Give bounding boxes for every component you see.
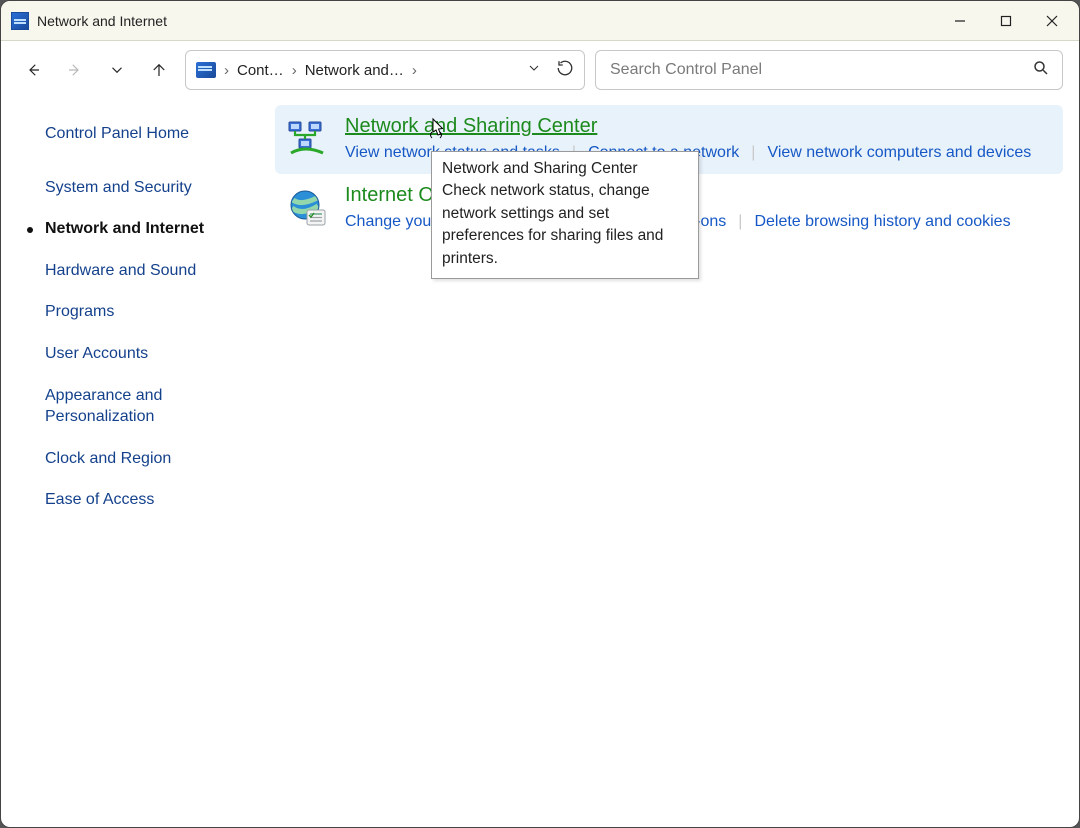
app-icon bbox=[11, 12, 29, 30]
tooltip-body: Check network status, change network set… bbox=[442, 180, 688, 270]
forward-button[interactable] bbox=[59, 54, 91, 86]
sidebar-item-appearance-and-personalization[interactable]: Appearance and Personalization bbox=[45, 385, 253, 428]
sidebar-item-ease-of-access[interactable]: Ease of Access bbox=[45, 489, 253, 511]
search-input[interactable] bbox=[608, 60, 1024, 80]
window-title: Network and Internet bbox=[37, 13, 167, 29]
control-panel-window: Network and Internet bbox=[0, 0, 1080, 828]
search-icon[interactable] bbox=[1032, 59, 1050, 82]
address-dropdown-button[interactable] bbox=[526, 60, 542, 80]
sidebar-control-panel-home[interactable]: Control Panel Home bbox=[45, 123, 253, 145]
sidebar-item-clock-and-region[interactable]: Clock and Region bbox=[45, 448, 253, 470]
sidebar-item-programs[interactable]: Programs bbox=[45, 301, 253, 323]
refresh-button[interactable] bbox=[556, 59, 574, 81]
recent-locations-button[interactable] bbox=[101, 54, 133, 86]
chevron-right-icon[interactable]: › bbox=[222, 62, 231, 79]
titlebar: Network and Internet bbox=[1, 1, 1079, 41]
minimize-button[interactable] bbox=[937, 3, 983, 39]
sidebar-item-hardware-and-sound[interactable]: Hardware and Sound bbox=[45, 260, 253, 282]
network-sharing-icon bbox=[287, 119, 327, 159]
chevron-right-icon[interactable]: › bbox=[410, 62, 419, 79]
maximize-button[interactable] bbox=[983, 3, 1029, 39]
link-network-and-sharing-center[interactable]: Network and Sharing Center bbox=[345, 115, 597, 138]
close-button[interactable] bbox=[1029, 3, 1075, 39]
internet-options-icon bbox=[287, 188, 327, 228]
tooltip: Network and Sharing Center Check network… bbox=[431, 151, 699, 279]
back-button[interactable] bbox=[17, 54, 49, 86]
link-delete-browsing-history[interactable]: Delete browsing history and cookies bbox=[754, 213, 1010, 231]
tooltip-title: Network and Sharing Center bbox=[442, 158, 688, 180]
toolbar: › Cont… › Network and… › bbox=[1, 41, 1079, 99]
sidebar-item-network-and-internet[interactable]: Network and Internet bbox=[45, 218, 253, 240]
search-box[interactable] bbox=[595, 50, 1063, 90]
address-bar[interactable]: › Cont… › Network and… › bbox=[185, 50, 585, 90]
up-button[interactable] bbox=[143, 54, 175, 86]
breadcrumb-control-panel[interactable]: Cont… bbox=[237, 62, 284, 79]
link-view-network-computers[interactable]: View network computers and devices bbox=[767, 144, 1031, 162]
sidebar-item-system-and-security[interactable]: System and Security bbox=[45, 177, 253, 199]
sidebar-item-user-accounts[interactable]: User Accounts bbox=[45, 343, 253, 365]
control-panel-icon bbox=[196, 62, 216, 78]
content-area: Network and Sharing Center View network … bbox=[271, 99, 1079, 827]
breadcrumb-network-and-internet[interactable]: Network and… bbox=[305, 62, 404, 79]
chevron-right-icon[interactable]: › bbox=[290, 62, 299, 79]
sidebar: Control Panel Home System and Security N… bbox=[1, 99, 271, 827]
